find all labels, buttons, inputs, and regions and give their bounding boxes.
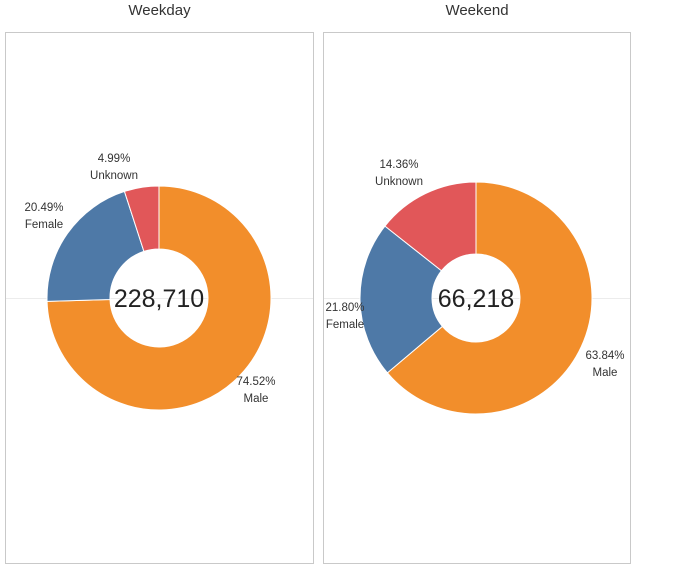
weekday-male-percent-label: 74.52%	[236, 376, 275, 388]
weekday-chart-title: Weekday	[128, 2, 191, 19]
weekend-total-value: 66,218	[438, 285, 514, 313]
weekend-female-percent-label: 21.80%	[325, 302, 364, 314]
weekday-unknown-percent-label: 4.99%	[98, 153, 131, 165]
weekend-donut-chart: 66,218 63.84% Male 21.80% Female 14.36% Unknow…	[325, 159, 625, 415]
weekday-donut-chart: 228,710 74.52% Male 20.49% Female 4.99% Unknow…	[24, 153, 276, 411]
weekday-male-category-label: Male	[244, 393, 269, 405]
weekend-unknown-category-label: Unknown	[375, 176, 423, 188]
weekday-total-value: 228,710	[114, 285, 204, 313]
weekday-female-percent-label: 20.49%	[24, 202, 63, 214]
weekday-unknown-category-label: Unknown	[90, 170, 138, 182]
weekend-unknown-percent-label: 14.36%	[379, 159, 418, 171]
weekend-chart-panel: 66,218 63.84% Male 21.80% Female 14.36% Unknow…	[323, 32, 631, 564]
weekend-female-category-label: Female	[326, 319, 364, 331]
weekend-male-percent-label: 63.84%	[585, 350, 624, 362]
weekday-female-category-label: Female	[25, 219, 63, 231]
weekend-male-category-label: Male	[593, 367, 618, 379]
weekday-chart-panel: 228,710 74.52% Male 20.49% Female 4.99% Unknow…	[5, 32, 314, 564]
weekend-chart-title: Weekend	[445, 2, 509, 19]
